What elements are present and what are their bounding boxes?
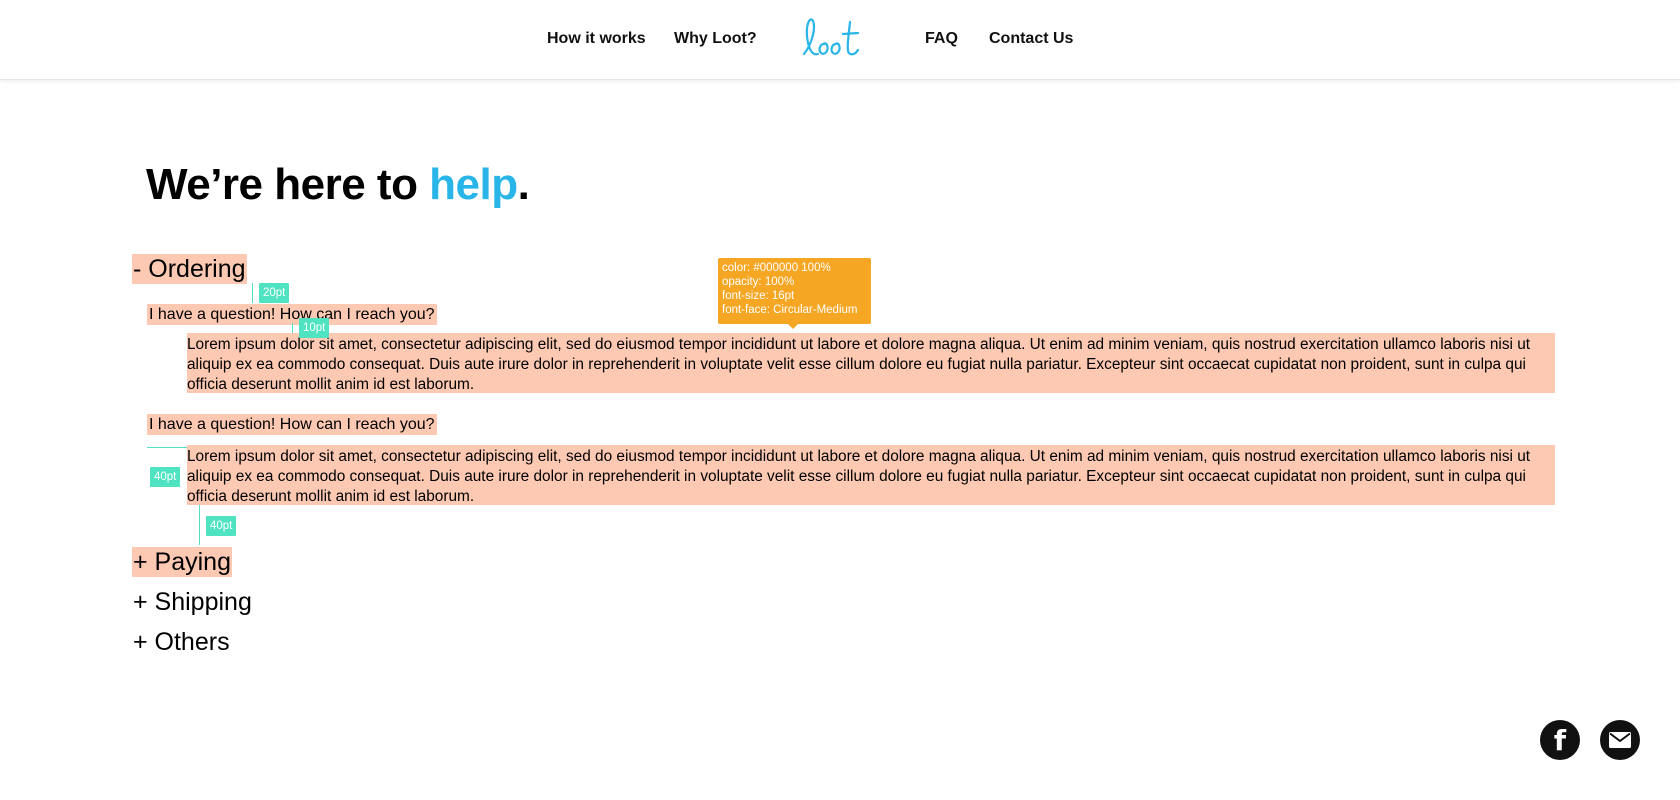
nav-link-why-loot[interactable]: Why Loot? (674, 30, 757, 48)
spec-line-font-face: font-face: Circular-Medium (722, 304, 858, 316)
top-navigation: How it works Why Loot? FAQ Contact Us (0, 0, 1680, 80)
page-title: We’re here to help. (146, 160, 530, 210)
nav-link-how-it-works[interactable]: How it works (547, 30, 646, 48)
measure-tag-40pt-horizontal: 40pt (150, 467, 181, 487)
page-title-accent: help (429, 160, 518, 209)
measure-tag-10pt: 10pt (299, 318, 330, 338)
spec-line-color: color: #000000 100% (722, 262, 831, 274)
spec-line-opacity: opacity: 100% (722, 276, 795, 288)
page-title-prefix: We’re here to (146, 160, 430, 209)
page-title-suffix: . (517, 160, 530, 209)
measure-line (252, 283, 253, 303)
nav-link-faq[interactable]: FAQ (925, 30, 958, 48)
faq-section-ordering[interactable]: - Ordering (132, 254, 247, 284)
faq-question[interactable]: I have a question! How can I reach you? (147, 414, 437, 435)
faq-section-paying[interactable]: + Paying (132, 547, 232, 577)
nav-link-contact-us[interactable]: Contact Us (989, 30, 1073, 48)
measure-line (292, 323, 293, 333)
measure-tag-40pt-vertical: 40pt (206, 516, 237, 536)
facebook-button[interactable]: f (1540, 720, 1580, 760)
spec-line-font-size: font-size: 16pt (722, 290, 795, 302)
faq-section-shipping[interactable]: + Shipping (132, 587, 253, 617)
font-spec-tooltip: color: #000000 100% opacity: 100% font-s… (718, 258, 871, 329)
measure-line (147, 447, 187, 448)
facebook-icon: f (1553, 724, 1567, 757)
loot-logo[interactable] (800, 14, 880, 64)
measure-tag-20pt: 20pt (259, 283, 290, 303)
email-button[interactable] (1600, 720, 1640, 760)
loot-logo-icon (802, 18, 860, 56)
measure-line (199, 505, 200, 545)
faq-question[interactable]: I have a question! How can I reach you? (147, 304, 437, 325)
faq-answer: Lorem ipsum dolor sit amet, consectetur … (187, 445, 1555, 505)
mail-icon (1609, 732, 1631, 748)
faq-section-others[interactable]: + Others (132, 627, 231, 657)
faq-answer: Lorem ipsum dolor sit amet, consectetur … (187, 333, 1555, 393)
